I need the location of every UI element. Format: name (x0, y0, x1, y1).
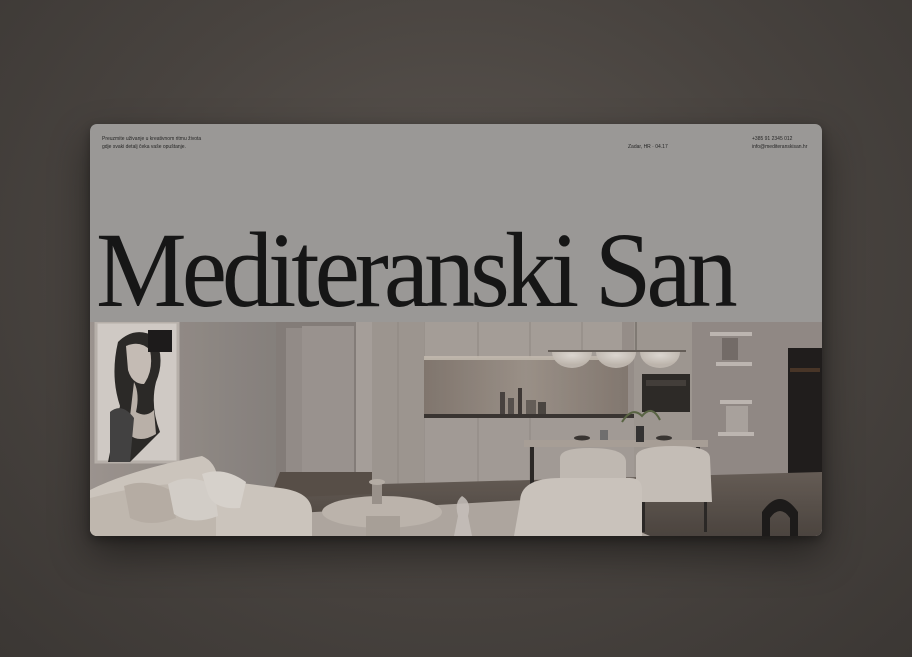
header-contact: +385 91 2345 012 info@mediteranskisan.hr (752, 135, 807, 151)
hero-title: Mediteranski San (96, 211, 738, 331)
site-header: Preuzmite uživanje u kreativnom ritmu ži… (90, 124, 822, 164)
phone-link[interactable]: +385 91 2345 012 (752, 135, 807, 143)
hero-interior-photo (90, 322, 822, 536)
header-tagline: Preuzmite uživanje u kreativnom ritmu ži… (102, 135, 232, 151)
email-link[interactable]: info@mediteranskisan.hr (752, 143, 807, 151)
website-preview-card: Preuzmite uživanje u kreativnom ritmu ži… (90, 124, 822, 536)
header-location: Zadar, HR · 04.17 (628, 144, 668, 150)
tagline-line-2: gdje svaki detalj čeka vaše opuštanje. (102, 144, 186, 150)
tagline-line-1: Preuzmite uživanje u kreativnom ritmu ži… (102, 136, 202, 142)
